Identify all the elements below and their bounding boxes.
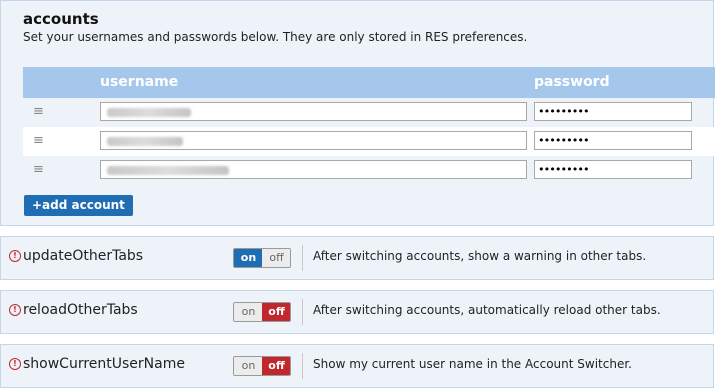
divider (302, 245, 303, 271)
option-description: After switching accounts, automatically … (313, 303, 661, 317)
on-off-toggle[interactable]: on off (233, 302, 291, 322)
username-column-header: username (100, 74, 179, 90)
password-input[interactable]: ••••••••• (534, 160, 692, 179)
table-row: ≡ ••••••••• (23, 156, 715, 185)
option-name: showCurrentUserName (23, 356, 185, 372)
drag-handle-icon[interactable]: ≡ (33, 133, 44, 148)
drag-handle-icon[interactable]: ≡ (33, 104, 44, 119)
toggle-off-segment[interactable]: off (262, 249, 290, 267)
exclamation-circle-icon: ! (9, 358, 21, 370)
blurred-username (107, 166, 229, 175)
exclamation-circle-icon: ! (9, 304, 21, 316)
drag-handle-icon[interactable]: ≡ (33, 162, 44, 177)
blurred-username (107, 137, 183, 146)
accounts-table: username password ≡ ••••••••• ≡ ••••••••… (23, 67, 715, 185)
toggle-off-segment[interactable]: off (262, 303, 290, 321)
accounts-title: accounts (23, 10, 99, 28)
option-description: After switching accounts, show a warning… (313, 249, 647, 263)
table-row: ≡ ••••••••• (23, 127, 715, 156)
on-off-toggle[interactable]: on off (233, 248, 291, 268)
divider (302, 353, 303, 379)
accounts-table-header: username password (23, 67, 715, 98)
username-input[interactable] (100, 160, 527, 179)
option-name: reloadOtherTabs (23, 302, 138, 318)
toggle-off-segment[interactable]: off (262, 357, 290, 375)
password-column-header: password (534, 74, 610, 90)
password-input[interactable]: ••••••••• (534, 102, 692, 121)
option-description: Show my current user name in the Account… (313, 357, 632, 371)
exclamation-circle-icon: ! (9, 250, 21, 262)
add-account-button[interactable]: +add account (24, 195, 133, 216)
toggle-on-segment[interactable]: on (234, 303, 263, 321)
divider (302, 299, 303, 325)
blurred-username (107, 108, 191, 117)
option-row-showCurrentUserName: ! showCurrentUserName on off Show my cur… (0, 344, 714, 388)
table-row: ≡ ••••••••• (23, 98, 715, 127)
username-input[interactable] (100, 131, 527, 150)
accounts-description: Set your usernames and passwords below. … (23, 30, 528, 44)
on-off-toggle[interactable]: on off (233, 356, 291, 376)
accounts-panel: accounts Set your usernames and password… (0, 0, 715, 226)
toggle-on-segment[interactable]: on (234, 357, 263, 375)
option-name: updateOtherTabs (23, 248, 144, 264)
username-input[interactable] (100, 102, 527, 121)
option-row-reloadOtherTabs: ! reloadOtherTabs on off After switching… (0, 290, 714, 334)
option-row-updateOtherTabs: ! updateOtherTabs on off After switching… (0, 236, 714, 280)
toggle-on-segment[interactable]: on (234, 249, 263, 267)
password-input[interactable]: ••••••••• (534, 131, 692, 150)
settings-page: accounts Set your usernames and password… (0, 0, 715, 391)
